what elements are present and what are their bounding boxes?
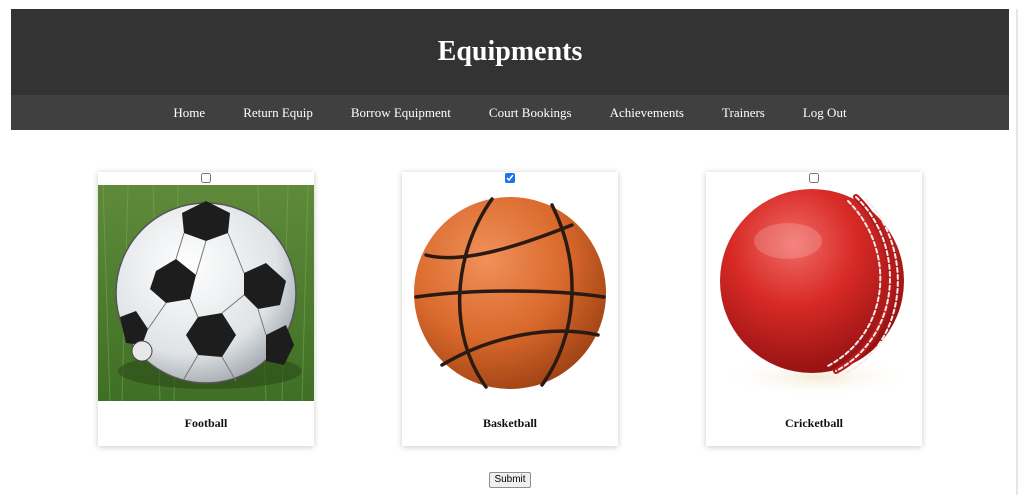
page-header: Equipments [11,9,1009,95]
nav-item-log-out[interactable]: Log Out [803,105,847,121]
basketball-label: Basketball [482,416,537,430]
nav-item-trainers[interactable]: Trainers [722,105,765,121]
football-checkbox[interactable] [201,173,211,183]
equipment-card-basketball: Basketball [402,172,618,446]
nav-item-borrow-equipment[interactable]: Borrow Equipment [351,105,451,121]
basketball-icon [402,185,618,401]
cricketball-icon [706,185,922,401]
cricketball-checkbox[interactable] [809,173,819,183]
equipment-card-cricketball: Cricketball [706,172,922,446]
football-label: Football [184,416,228,430]
nav-item-return-equip[interactable]: Return Equip [243,105,313,121]
nav-item-court-bookings[interactable]: Court Bookings [489,105,572,121]
nav-item-home[interactable]: Home [173,105,205,121]
submit-button[interactable]: Submit [489,472,531,488]
nav-item-achievements[interactable]: Achievements [610,105,684,121]
page-title: Equipments [437,36,583,67]
basketball-checkbox[interactable] [505,173,515,183]
football-icon [98,184,314,402]
equipment-card-football: Football [98,172,314,446]
cricketball-label: Cricketball [785,416,843,430]
main-nav: Home Return Equip Borrow Equipment Court… [11,95,1009,130]
